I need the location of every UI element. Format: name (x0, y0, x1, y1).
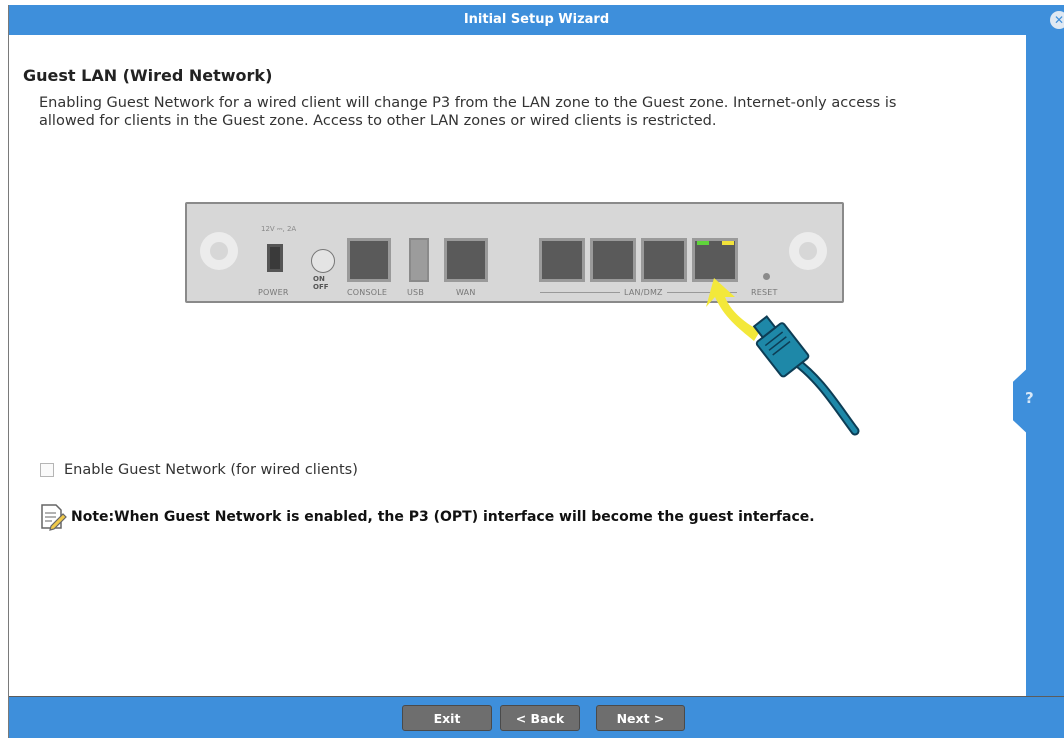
cable-arrow-illustration (706, 278, 860, 436)
help-tab[interactable]: ? (1013, 369, 1047, 433)
arrow-icon (706, 278, 760, 341)
enable-guest-network-label[interactable]: Enable Guest Network (for wired clients) (64, 462, 358, 478)
enable-guest-network-checkbox[interactable] (40, 463, 54, 477)
back-button[interactable]: < Back (500, 705, 580, 731)
title-bar: Initial Setup Wizard ✕ (9, 5, 1064, 35)
exit-button[interactable]: Exit (402, 705, 492, 731)
note-text: Note:When Guest Network is enabled, the … (71, 509, 815, 525)
footer-bar: Exit < Back Next > (9, 696, 1064, 738)
help-sidebar: ? (1013, 35, 1064, 697)
window-title: Initial Setup Wizard (463, 12, 610, 27)
next-button[interactable]: Next > (596, 705, 685, 731)
note-pencil-icon (41, 504, 67, 531)
content-area: Guest LAN (Wired Network) Enabling Guest… (9, 35, 1027, 697)
close-icon[interactable]: ✕ (1050, 11, 1064, 29)
note: Note:When Guest Network is enabled, the … (39, 502, 815, 532)
wizard-window: Initial Setup Wizard ✕ Guest LAN (Wired … (8, 5, 1064, 738)
help-icon[interactable]: ? (1025, 389, 1034, 407)
enable-guest-network-option[interactable]: Enable Guest Network (for wired clients) (40, 462, 358, 478)
